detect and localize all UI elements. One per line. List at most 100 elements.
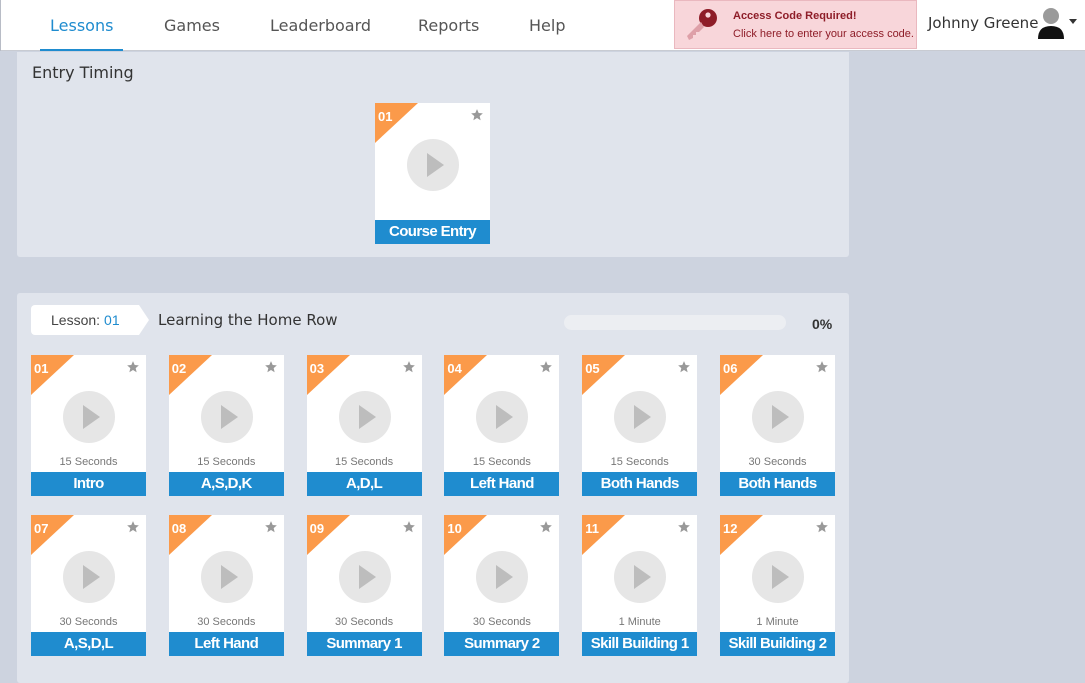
lesson-card-06[interactable]: 06 30 Seconds Both Hands	[720, 355, 835, 496]
lesson-card-10[interactable]: 10 30 Seconds Summary 2	[444, 515, 560, 656]
card-duration: 15 Seconds	[610, 456, 669, 468]
card-number: 08	[171, 521, 187, 536]
star-icon[interactable]	[677, 360, 691, 374]
card-number: 03	[309, 361, 325, 376]
play-icon	[752, 551, 804, 603]
star-icon[interactable]	[815, 520, 829, 534]
card-duration: 30 Seconds	[197, 616, 256, 628]
card-number: 01	[34, 361, 49, 376]
lesson-number: 01	[104, 312, 120, 328]
star-icon[interactable]	[264, 360, 278, 374]
nav-games[interactable]: Games	[164, 0, 220, 51]
chevron-down-icon[interactable]	[1069, 19, 1077, 24]
card-duration: 30 Seconds	[748, 456, 807, 468]
course-entry-card[interactable]: 01 Course Entry	[375, 103, 490, 244]
play-icon	[63, 391, 115, 443]
nav-reports[interactable]: Reports	[418, 0, 479, 51]
lesson-label: Lesson:	[51, 312, 101, 328]
lesson-panel: Lesson: 01 Learning the Home Row 0% 01 15…	[17, 293, 849, 683]
user-name[interactable]: Johnny Greene	[928, 14, 1038, 32]
lesson-card-11[interactable]: 11 1 Minute Skill Building 1	[582, 515, 698, 656]
lesson-card-05[interactable]: 05 15 Seconds Both Hands	[582, 355, 698, 496]
card-number: 07	[34, 521, 49, 536]
card-duration: 15 Seconds	[59, 456, 118, 468]
card-duration: 1 Minute	[756, 616, 799, 628]
star-icon[interactable]	[677, 520, 691, 534]
card-label: A,D,L	[306, 472, 422, 496]
lesson-card-12[interactable]: 12 1 Minute Skill Building 2	[720, 515, 835, 656]
lesson-tab: Lesson: 01	[31, 305, 149, 335]
card-duration: 30 Seconds	[59, 616, 118, 628]
card-label: Left Hand	[444, 472, 560, 496]
star-icon[interactable]	[470, 108, 484, 122]
lesson-title: Learning the Home Row	[158, 311, 338, 329]
access-title: Access Code Required!	[733, 10, 857, 22]
star-icon[interactable]	[402, 520, 416, 534]
star-icon[interactable]	[126, 360, 140, 374]
window-edge	[0, 0, 1, 51]
lesson-card-02[interactable]: 02 15 Seconds A,S,D,K	[168, 355, 284, 496]
card-label: Summary 1	[306, 632, 422, 656]
card-number: 10	[447, 521, 462, 536]
lesson-card-04[interactable]: 04 15 Seconds Left Hand	[444, 355, 560, 496]
lesson-card-03[interactable]: 03 15 Seconds A,D,L	[306, 355, 422, 496]
play-icon	[63, 551, 115, 603]
card-number: 09	[309, 521, 325, 536]
card-label: Summary 2	[444, 632, 560, 656]
star-icon[interactable]	[402, 360, 416, 374]
play-icon	[200, 551, 253, 603]
card-label: Course Entry	[375, 220, 490, 244]
star-icon[interactable]	[126, 520, 140, 534]
card-number: 11	[585, 521, 599, 536]
progress-bar	[564, 315, 786, 330]
lesson-card-09[interactable]: 09 30 Seconds Summary 1	[306, 515, 422, 656]
access-subtitle: Click here to enter your access code.	[733, 28, 914, 40]
card-duration: 30 Seconds	[472, 616, 531, 628]
play-icon	[407, 139, 459, 191]
star-icon[interactable]	[539, 360, 553, 374]
card-label: Skill Building 2	[720, 632, 835, 656]
play-icon	[338, 391, 391, 443]
lesson-card-08[interactable]: 08 30 Seconds Left Hand	[168, 515, 284, 656]
lesson-card-07[interactable]: 07 30 Seconds A,S,D,L	[31, 515, 146, 656]
card-number: 04	[447, 361, 462, 376]
star-icon[interactable]	[539, 520, 553, 534]
card-number: 06	[723, 361, 738, 376]
card-duration: 1 Minute	[618, 616, 661, 628]
play-icon	[614, 551, 667, 603]
card-number: 02	[171, 361, 187, 376]
section-title: Entry Timing	[32, 63, 134, 82]
nav-lessons[interactable]: Lessons	[39, 0, 124, 51]
card-label: Intro	[31, 472, 146, 496]
top-navbar: Lessons Games Leaderboard Reports Help A…	[0, 0, 1085, 51]
card-number: 12	[723, 521, 738, 536]
card-duration: 15 Seconds	[335, 456, 394, 468]
card-label: Both Hands	[720, 472, 835, 496]
card-label: Left Hand	[168, 632, 284, 656]
access-code-banner[interactable]: Access Code Required! Click here to ente…	[674, 0, 917, 49]
card-label: A,S,D,L	[31, 632, 146, 656]
card-duration: 15 Seconds	[472, 456, 531, 468]
play-icon	[476, 551, 529, 603]
play-icon	[752, 391, 804, 443]
progress-percent: 0%	[812, 316, 833, 332]
user-icon[interactable]	[1036, 7, 1066, 39]
play-icon	[614, 391, 667, 443]
lesson-card-01[interactable]: 01 15 Seconds Intro	[31, 355, 146, 496]
card-number: 01	[378, 109, 393, 124]
play-icon	[338, 551, 391, 603]
card-duration: 30 Seconds	[335, 616, 394, 628]
card-duration: 15 Seconds	[197, 456, 256, 468]
play-icon	[200, 391, 253, 443]
card-label: Both Hands	[582, 472, 698, 496]
nav-leaderboard[interactable]: Leaderboard	[270, 0, 371, 51]
card-label: A,S,D,K	[168, 472, 284, 496]
nav-help[interactable]: Help	[529, 0, 565, 51]
card-number: 05	[585, 361, 600, 376]
entry-timing-panel: Entry Timing 01 Course Entry	[17, 52, 849, 257]
star-icon[interactable]	[815, 360, 829, 374]
key-icon	[687, 9, 717, 40]
card-label: Skill Building 1	[582, 632, 698, 656]
play-icon	[476, 391, 529, 443]
star-icon[interactable]	[264, 520, 278, 534]
